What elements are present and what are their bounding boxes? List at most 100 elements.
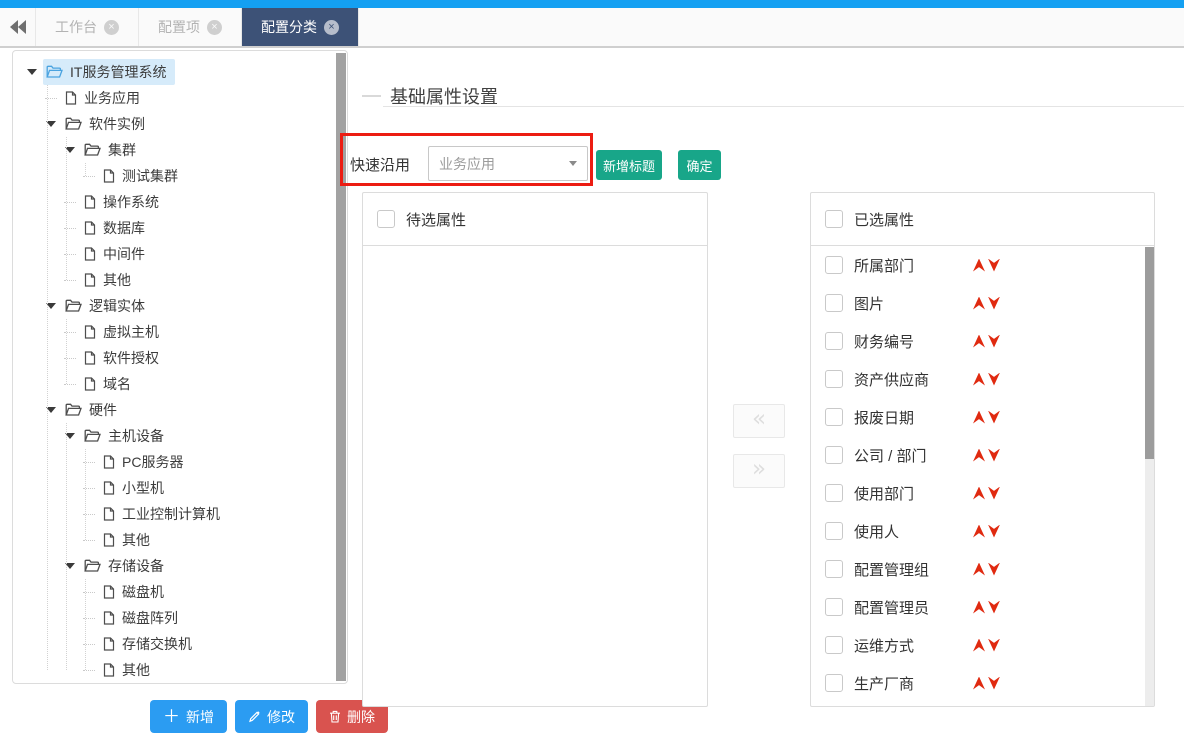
move-up-icon[interactable] — [973, 487, 985, 500]
tree-node-content[interactable]: 存储交换机 — [100, 631, 201, 657]
tree-node-content[interactable]: 主机设备 — [81, 423, 173, 449]
tree-node-content[interactable]: 存储设备 — [81, 553, 173, 579]
tab-3[interactable]: 配置分类× — [242, 8, 359, 46]
tree-node-磁盘阵列[interactable]: 磁盘阵列 — [13, 605, 335, 631]
tree-expand-arrow-icon[interactable] — [27, 69, 37, 75]
move-right-button[interactable]: » — [733, 454, 785, 488]
attribute-checkbox[interactable] — [825, 294, 843, 312]
tree-node-content[interactable]: PC服务器 — [100, 449, 192, 475]
tree-node-业务应用[interactable]: 业务应用 — [13, 85, 335, 111]
tree-node-存储交换机[interactable]: 存储交换机 — [13, 631, 335, 657]
move-down-icon[interactable] — [988, 639, 1000, 652]
tab-2[interactable]: 配置项× — [139, 8, 242, 46]
expand-arrow-slot[interactable] — [59, 425, 81, 447]
move-down-icon[interactable] — [988, 297, 1000, 310]
move-up-icon[interactable] — [973, 677, 985, 690]
tree-node-content[interactable]: 小型机 — [100, 475, 173, 501]
move-up-icon[interactable] — [973, 259, 985, 272]
tree-node-content[interactable]: 操作系统 — [81, 189, 168, 215]
tree-node-content[interactable]: 测试集群 — [100, 163, 187, 189]
tree-node-content[interactable]: 磁盘机 — [100, 579, 173, 605]
tree-node-content[interactable]: 数据库 — [81, 215, 154, 241]
tree-node-content[interactable]: 其他 — [81, 267, 140, 293]
tree-node-存储设备[interactable]: 存储设备 — [13, 553, 335, 579]
tab-close-icon[interactable]: × — [324, 20, 339, 35]
tree-node-content[interactable]: IT服务管理系统 — [43, 59, 175, 85]
move-up-icon[interactable] — [973, 373, 985, 386]
expand-arrow-slot[interactable] — [59, 555, 81, 577]
tree-node-工业控制计算机[interactable]: 工业控制计算机 — [13, 501, 335, 527]
tree-node-content[interactable]: 业务应用 — [62, 85, 149, 111]
tree-node-集群[interactable]: 集群 — [13, 137, 335, 163]
tree-node-软件授权[interactable]: 软件授权 — [13, 345, 335, 371]
move-up-icon[interactable] — [973, 335, 985, 348]
attribute-checkbox[interactable] — [825, 484, 843, 502]
tree-node-其他[interactable]: 其他 — [13, 527, 335, 553]
tree-node-主机设备[interactable]: 主机设备 — [13, 423, 335, 449]
tree-node-其他[interactable]: 其他 — [13, 657, 335, 683]
attribute-checkbox[interactable] — [825, 560, 843, 578]
expand-arrow-slot[interactable] — [40, 295, 62, 317]
list-scrollbar-thumb[interactable] — [1145, 247, 1154, 459]
tree-node-content[interactable]: 其他 — [100, 527, 159, 553]
attribute-checkbox[interactable] — [825, 522, 843, 540]
expand-arrow-slot[interactable] — [59, 139, 81, 161]
tree-node-磁盘机[interactable]: 磁盘机 — [13, 579, 335, 605]
pending-select-all-checkbox[interactable] — [377, 210, 395, 228]
move-left-button[interactable]: « — [733, 404, 785, 438]
tree-node-IT服务管理系统[interactable]: IT服务管理系统 — [13, 59, 335, 85]
attribute-checkbox[interactable] — [825, 332, 843, 350]
add-title-button[interactable]: 新增标题 — [596, 150, 662, 180]
move-down-icon[interactable] — [988, 373, 1000, 386]
edit-category-button[interactable]: 修改 — [235, 700, 308, 733]
move-down-icon[interactable] — [988, 563, 1000, 576]
tree-node-数据库[interactable]: 数据库 — [13, 215, 335, 241]
quick-reuse-select[interactable]: 业务应用 — [428, 146, 588, 181]
tree-node-content[interactable]: 软件授权 — [81, 345, 168, 371]
tree-node-content[interactable]: 集群 — [81, 137, 145, 163]
tree-node-其他[interactable]: 其他 — [13, 267, 335, 293]
tree-node-小型机[interactable]: 小型机 — [13, 475, 335, 501]
move-up-icon[interactable] — [973, 601, 985, 614]
tree-node-中间件[interactable]: 中间件 — [13, 241, 335, 267]
attribute-checkbox[interactable] — [825, 636, 843, 654]
tree-node-硬件[interactable]: 硬件 — [13, 397, 335, 423]
tree-node-虚拟主机[interactable]: 虚拟主机 — [13, 319, 335, 345]
move-up-icon[interactable] — [973, 639, 985, 652]
move-up-icon[interactable] — [973, 297, 985, 310]
tabs-back-button[interactable] — [0, 8, 36, 46]
tab-1[interactable]: 工作台× — [36, 8, 139, 46]
list-scrollbar-track[interactable] — [1145, 247, 1154, 707]
tree-node-content[interactable]: 逻辑实体 — [62, 293, 154, 319]
move-down-icon[interactable] — [988, 259, 1000, 272]
tree-node-content[interactable]: 硬件 — [62, 397, 126, 423]
tree-node-content[interactable]: 域名 — [81, 371, 140, 397]
tree-node-content[interactable]: 中间件 — [81, 241, 154, 267]
expand-arrow-slot[interactable] — [40, 113, 62, 135]
move-down-icon[interactable] — [988, 411, 1000, 424]
move-up-icon[interactable] — [973, 563, 985, 576]
tree-node-测试集群[interactable]: 测试集群 — [13, 163, 335, 189]
add-category-button[interactable]: ＋ 新增 — [150, 700, 227, 733]
move-up-icon[interactable] — [973, 525, 985, 538]
tree-node-操作系统[interactable]: 操作系统 — [13, 189, 335, 215]
expand-arrow-slot[interactable] — [40, 399, 62, 421]
tree-node-content[interactable]: 虚拟主机 — [81, 319, 168, 345]
attribute-checkbox[interactable] — [825, 370, 843, 388]
attribute-checkbox[interactable] — [825, 598, 843, 616]
tree-node-域名[interactable]: 域名 — [13, 371, 335, 397]
selected-select-all-checkbox[interactable] — [825, 210, 843, 228]
move-down-icon[interactable] — [988, 525, 1000, 538]
move-up-icon[interactable] — [973, 411, 985, 424]
attribute-checkbox[interactable] — [825, 446, 843, 464]
expand-arrow-slot[interactable] — [21, 61, 43, 83]
tree-node-逻辑实体[interactable]: 逻辑实体 — [13, 293, 335, 319]
tab-close-icon[interactable]: × — [104, 20, 119, 35]
attribute-checkbox[interactable] — [825, 408, 843, 426]
confirm-button[interactable]: 确定 — [678, 150, 721, 180]
move-down-icon[interactable] — [988, 487, 1000, 500]
move-down-icon[interactable] — [988, 335, 1000, 348]
move-down-icon[interactable] — [988, 601, 1000, 614]
tree-node-content[interactable]: 软件实例 — [62, 111, 154, 137]
tree-node-PC服务器[interactable]: PC服务器 — [13, 449, 335, 475]
